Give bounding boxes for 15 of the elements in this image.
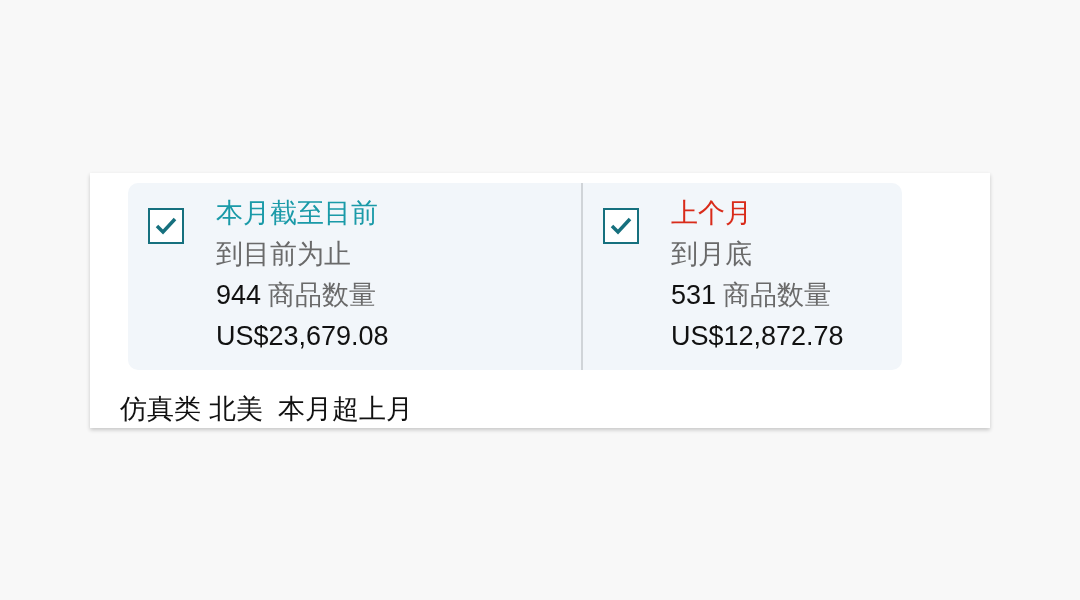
check-icon (610, 217, 632, 235)
period-range: 到目前为止 (216, 238, 352, 271)
caption: 仿真类 北美 本月超上月 (120, 393, 414, 426)
count-label: 商品数量 (268, 279, 377, 312)
period-title: 本月截至目前 (216, 197, 379, 230)
item-count: 531 (671, 279, 717, 312)
count-label: 商品数量 (723, 279, 832, 312)
check-icon (155, 217, 177, 235)
item-count: 944 (216, 279, 262, 312)
period-title: 上个月 (671, 197, 753, 230)
checkbox[interactable] (148, 208, 184, 244)
checkbox[interactable] (603, 208, 639, 244)
sales-amount: US$23,679.08 (216, 320, 389, 353)
period-range: 到月底 (671, 238, 753, 271)
sales-amount: US$12,872.78 (671, 320, 844, 353)
